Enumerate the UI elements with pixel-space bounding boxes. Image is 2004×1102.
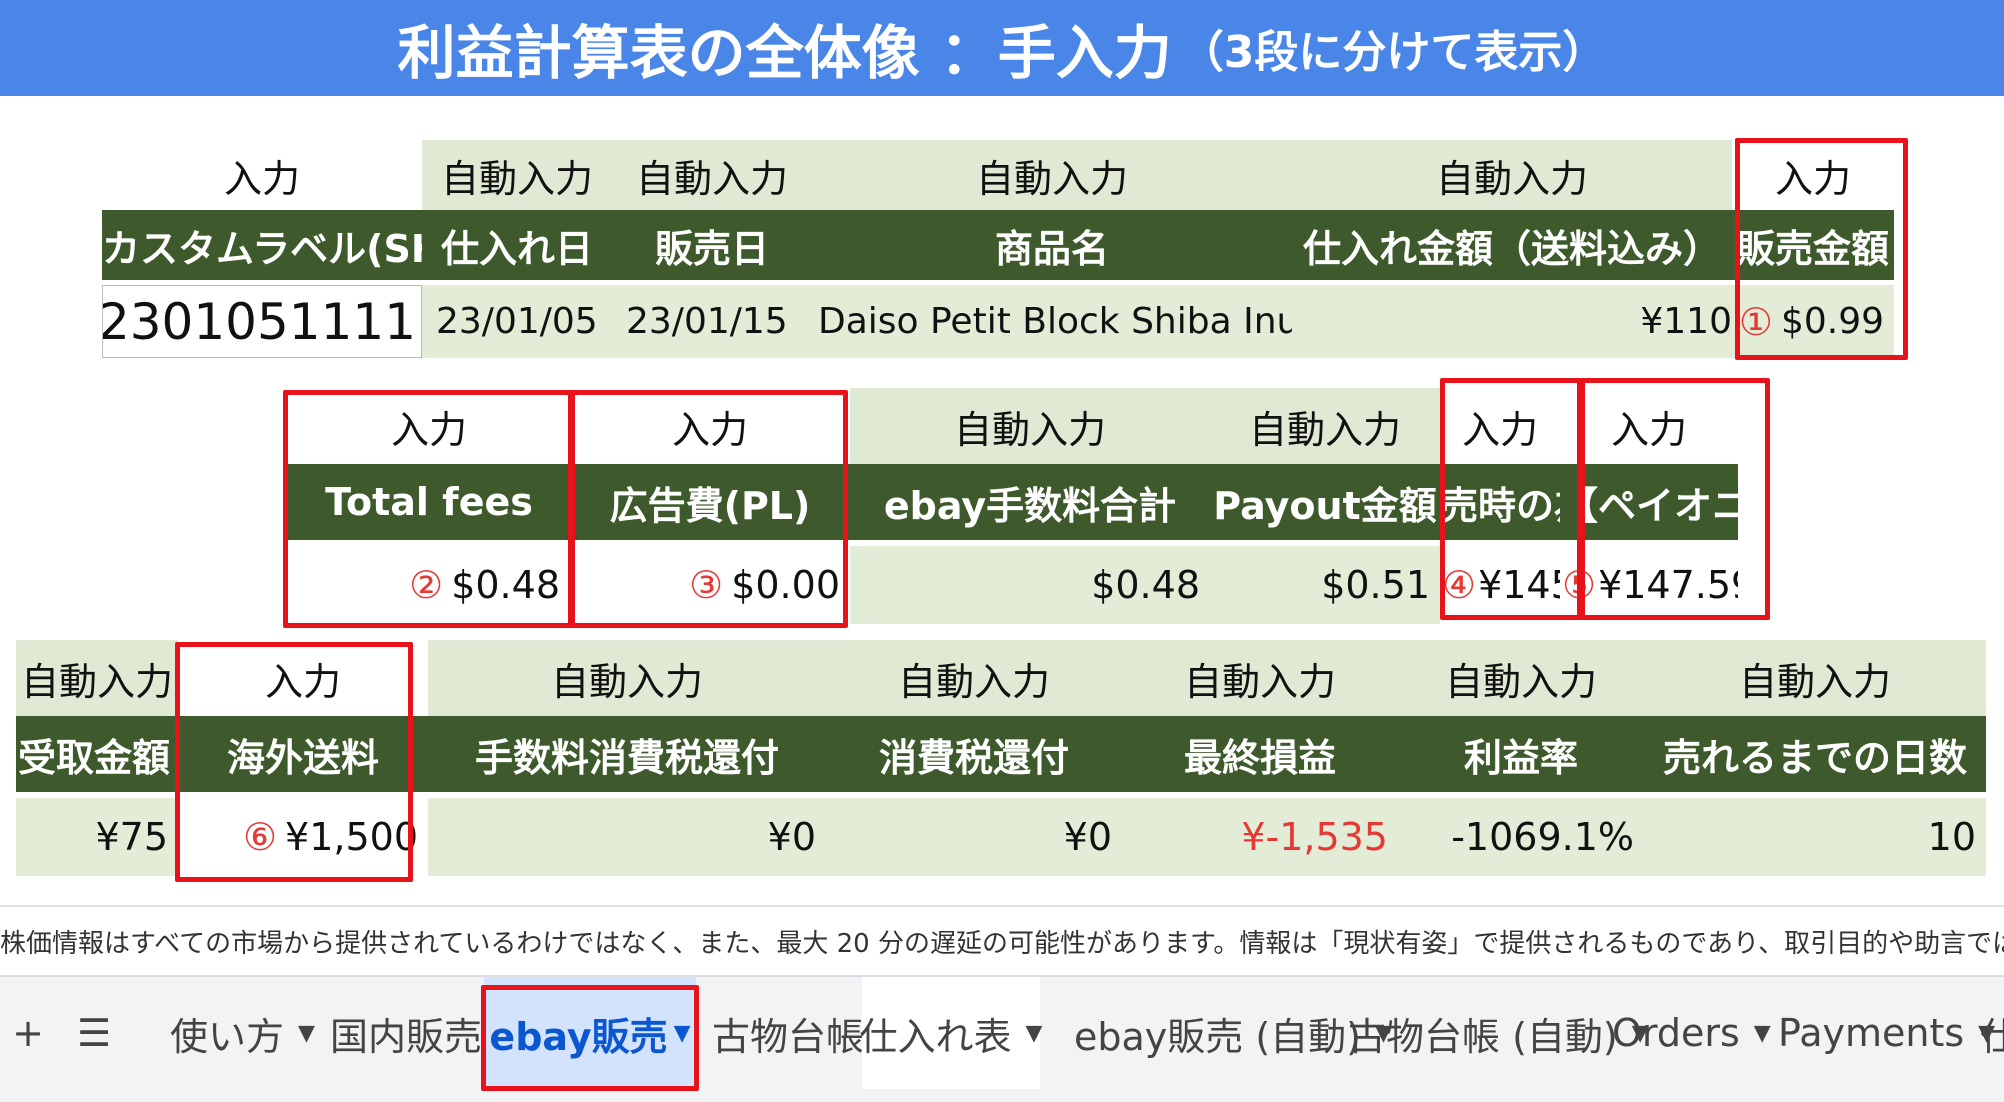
- page-subtitle: （3段に分けて表示）: [1179, 27, 1607, 78]
- tab-antique-ledger-auto[interactable]: 古物台帳 (自動) ▼: [1348, 977, 1649, 1089]
- caret-down-icon: ▼: [673, 1020, 691, 1046]
- row3-header-days-to-sell: 売れるまでの日数: [1644, 716, 1986, 792]
- row3-label-received: 自動入力: [16, 640, 178, 716]
- row1-header-product: 商品名: [812, 210, 1292, 280]
- row3-value-final-profit: ¥-1,535: [1122, 798, 1398, 876]
- row3-value-days-to-sell: 10: [1644, 798, 1986, 876]
- row2-header-payoneer: 【ペイオニア: [1560, 464, 1738, 540]
- tab-purchase-list[interactable]: 仕入れ表 ▼: [860, 977, 1043, 1089]
- row2-value-ebay-fees: $0.48: [850, 546, 1210, 624]
- ad-cost-text: $0.00: [731, 563, 840, 607]
- sheet-tab-bar: + ☰ 使い方▼ 国内販売▼ ebay販売▼ 古物台帳▼ 仕入れ表▼ ebay販…: [0, 975, 2004, 1102]
- caret-down-icon: ▼: [1753, 1020, 1771, 1046]
- row1-header-cost: 仕入れ金額（送料込み）: [1292, 210, 1732, 280]
- tab-payments[interactable]: Payments ▼: [1778, 977, 1995, 1089]
- row1-value-cost: ¥110: [1292, 285, 1732, 358]
- row1-label-sale-date: 自動入力: [612, 140, 812, 210]
- row3-value-received: ¥75: [16, 798, 178, 876]
- row3-header-final-profit: 最終損益: [1122, 716, 1398, 792]
- row2-label-ad-cost: 入力: [570, 388, 850, 464]
- rate-text: ¥145: [1478, 563, 1560, 607]
- row1-value-price[interactable]: ① $0.99: [1732, 285, 1894, 358]
- row3-value-fee-tax-refund: ¥0: [428, 798, 826, 876]
- row3-label-profit-rate: 自動入力: [1398, 640, 1644, 716]
- tab-antique-ledger[interactable]: 古物台帳▼: [712, 977, 895, 1089]
- row2-header-ebay-fees: ebay手数料合計: [850, 464, 1210, 540]
- stock-disclaimer: 株価情報はすべての市場から提供されているわけではなく、また、最大 20 分の遅延…: [0, 905, 2004, 975]
- payoneer-text: ¥147.59: [1598, 563, 1738, 607]
- row3-header-profit-rate: 利益率: [1398, 716, 1644, 792]
- row3-table: 自動入力 入力 自動入力 自動入力 自動入力 自動入力 自動入力 受取金額 海外…: [16, 640, 1986, 876]
- page-title: 利益計算表の全体像 ：手入力: [397, 19, 1172, 87]
- row3-header-received: 受取金額: [16, 716, 178, 792]
- tab-ebay-sales[interactable]: ebay販売 ▼: [484, 977, 696, 1089]
- page-title-banner: 利益計算表の全体像 ：手入力 （3段に分けて表示）: [0, 0, 2004, 96]
- row3-label-days-to-sell: 自動入力: [1644, 640, 1986, 716]
- shipping-text: ¥1,500: [285, 815, 418, 859]
- marker-4: ④: [1442, 563, 1477, 607]
- row1-value-product: Daiso Petit Block Shiba Inu: [812, 285, 1292, 358]
- row2-label-payout: 自動入力: [1210, 388, 1440, 464]
- tab-orders[interactable]: Orders ▼: [1612, 977, 1771, 1089]
- row1-value-sale-date: 23/01/15: [612, 285, 812, 358]
- row1-label-cost: 自動入力: [1292, 140, 1732, 210]
- marker-5: ⑤: [1562, 563, 1597, 607]
- marker-3: ③: [689, 563, 724, 607]
- row3-label-shipping: 入力: [178, 640, 428, 716]
- row2-header-rate: 売時の為: [1440, 464, 1560, 540]
- all-sheets-button[interactable]: ☰: [72, 977, 116, 1089]
- caret-down-icon: ▼: [298, 1020, 315, 1046]
- row3-value-profit-rate: -1069.1%: [1398, 798, 1644, 876]
- row3-value-tax-refund: ¥0: [826, 798, 1122, 876]
- row1-label-sku: 入力: [102, 140, 422, 210]
- marker-6: ⑥: [242, 815, 278, 859]
- row2-header-payout: Payout金額: [1210, 464, 1440, 540]
- tab-instructions[interactable]: 使い方 ▼: [170, 977, 315, 1089]
- tab-overflow[interactable]: 仕: [1980, 977, 2004, 1089]
- row1-value-purchase-date: 23/01/05: [422, 285, 612, 358]
- row1-label-price: 入力: [1732, 140, 1894, 210]
- marker-1: ①: [1738, 299, 1773, 344]
- plus-icon: +: [12, 1011, 44, 1055]
- row3-header-tax-refund: 消費税還付: [826, 716, 1122, 792]
- row1-header-sku: カスタムラベル(SKU: [102, 210, 422, 280]
- row2-value-rate[interactable]: ④ ¥145: [1440, 546, 1560, 624]
- row3-header-shipping: 海外送料: [178, 716, 428, 792]
- row1-table: 入力 自動入力 自動入力 自動入力 自動入力 入力 カスタムラベル(SKU 仕入…: [102, 140, 1902, 358]
- row2-label-payoneer: 入力: [1560, 388, 1738, 464]
- row1-label-product: 自動入力: [812, 140, 1292, 210]
- row1-header-purchase-date: 仕入れ日: [422, 210, 612, 280]
- row3-label-fee-tax-refund: 自動入力: [428, 640, 826, 716]
- row3-header-fee-tax-refund: 手数料消費税還付: [428, 716, 826, 792]
- row1-header-sale-date: 販売日: [612, 210, 812, 280]
- price-text: $0.99: [1780, 301, 1884, 342]
- row2-value-payout: $0.51: [1210, 546, 1440, 624]
- sku-text: 2301051111: [102, 292, 417, 351]
- row3-value-shipping[interactable]: ⑥ ¥1,500: [178, 798, 428, 876]
- row2-value-ad-cost[interactable]: ③ $0.00: [570, 546, 850, 624]
- row2-value-payoneer[interactable]: ⑤ ¥147.59: [1560, 546, 1738, 624]
- row2-value-total-fees[interactable]: ② $0.48: [288, 546, 570, 624]
- row1-label-purchase-date: 自動入力: [422, 140, 612, 210]
- menu-icon: ☰: [76, 1011, 112, 1055]
- row2-table: 入力 入力 自動入力 自動入力 入力 入力 Total fees 広告費(PL)…: [288, 388, 1768, 624]
- row2-header-total-fees: Total fees: [288, 464, 570, 540]
- tab-domestic-sales[interactable]: 国内販売▼: [330, 977, 513, 1089]
- row2-label-rate: 入力: [1440, 388, 1560, 464]
- add-sheet-button[interactable]: +: [8, 977, 48, 1089]
- row2-label-total-fees: 入力: [288, 388, 570, 464]
- row2-label-ebay-fees: 自動入力: [850, 388, 1210, 464]
- row2-header-ad-cost: 広告費(PL): [570, 464, 850, 540]
- row1-header-price: 販売金額: [1732, 210, 1894, 280]
- row1-value-sku[interactable]: 2301051111: [102, 285, 422, 358]
- caret-down-icon: ▼: [1025, 1020, 1043, 1046]
- marker-2: ②: [409, 563, 444, 607]
- row3-label-tax-refund: 自動入力: [826, 640, 1122, 716]
- total-fees-text: $0.48: [451, 563, 560, 607]
- row3-label-final-profit: 自動入力: [1122, 640, 1398, 716]
- tab-ebay-sales-auto[interactable]: ebay販売 (自動) ▼: [1074, 977, 1392, 1089]
